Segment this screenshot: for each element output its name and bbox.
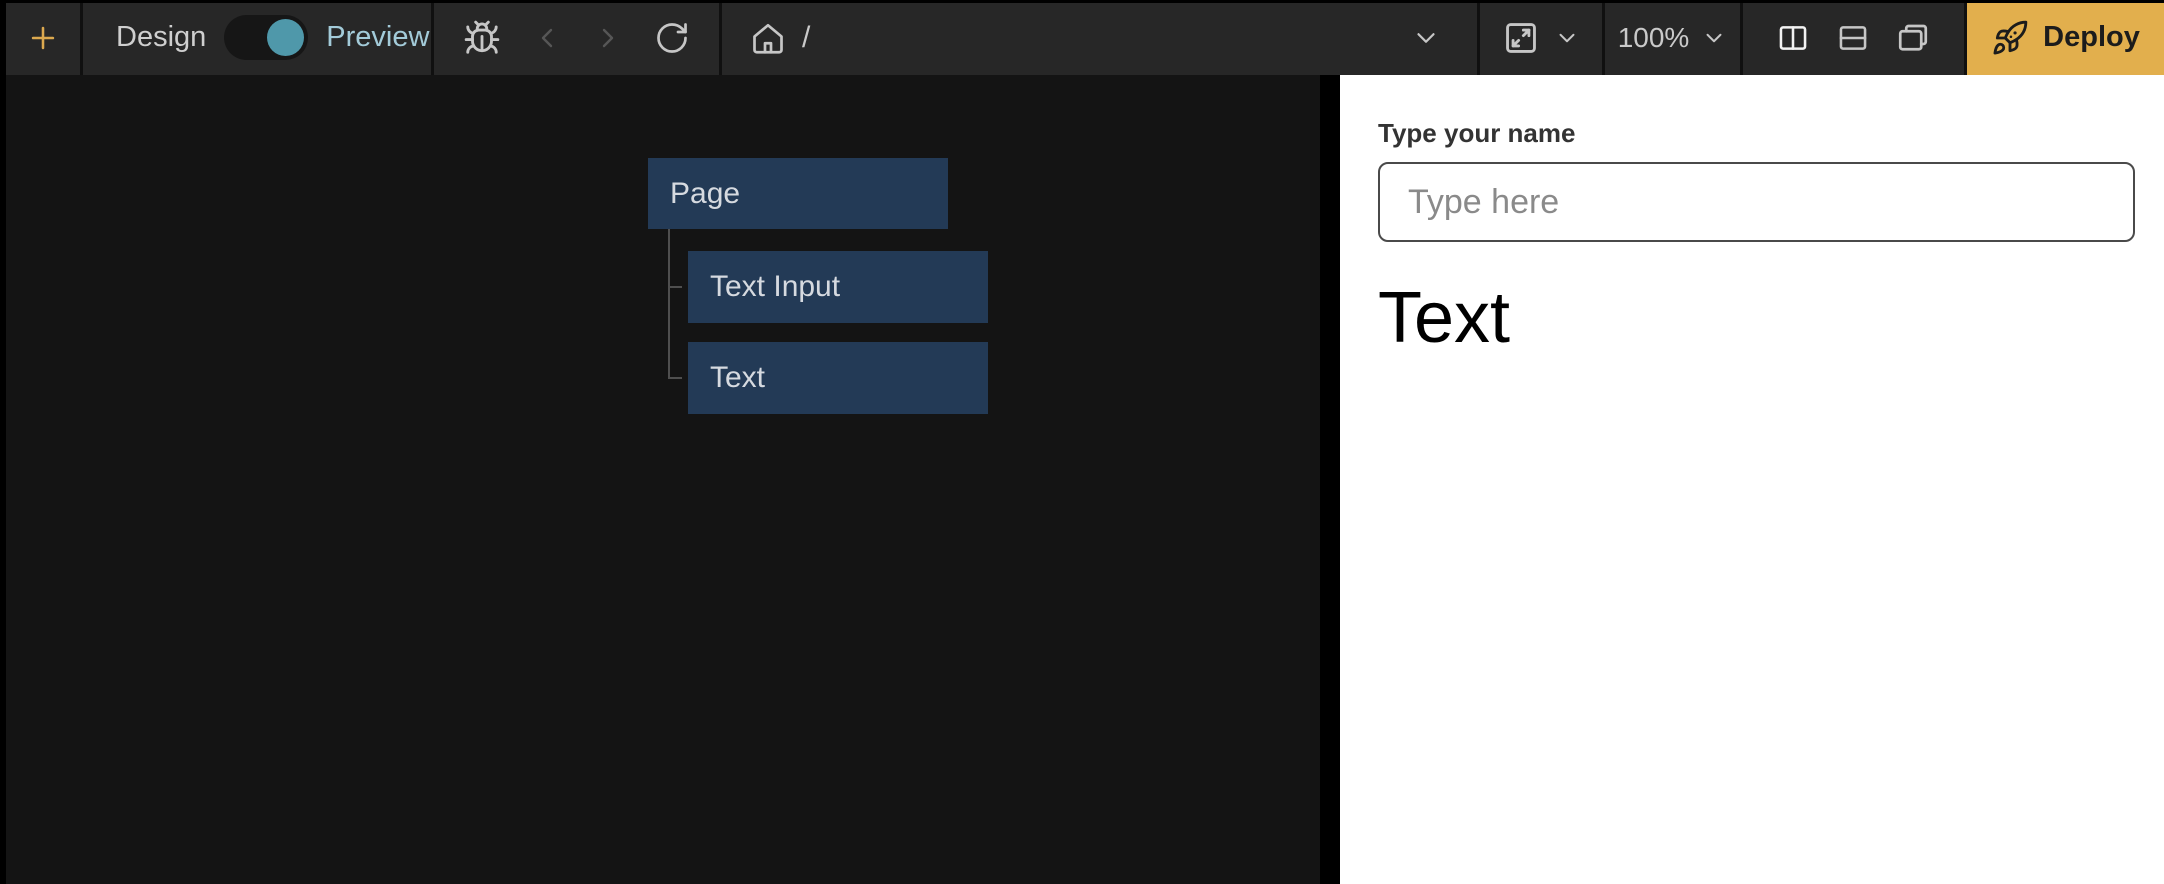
back-button[interactable] — [531, 22, 563, 54]
chevron-down-icon — [1701, 25, 1727, 51]
deploy-button[interactable]: Deploy — [1967, 0, 2164, 75]
debug-button[interactable] — [463, 19, 501, 57]
chevron-down-icon — [1411, 23, 1441, 53]
columns-layout-icon — [1775, 21, 1811, 55]
design-mode-label[interactable]: Design — [116, 21, 206, 54]
home-page-button[interactable] — [750, 19, 786, 57]
home-icon — [750, 19, 786, 57]
toolbar: Design Preview / 100% Deploy — [0, 0, 2164, 75]
stacked-layout-button[interactable] — [1894, 20, 1932, 56]
tree-node-text-input[interactable]: Text Input — [688, 251, 988, 323]
toolbar-group-zoom: 100% — [1605, 0, 1743, 75]
rows-layout-icon — [1835, 21, 1871, 55]
chevron-right-icon — [592, 22, 624, 54]
bug-icon — [463, 19, 501, 57]
deploy-button-label: Deploy — [2043, 21, 2140, 53]
tree-node-page[interactable]: Page — [648, 158, 948, 229]
app-window: Design Preview / 100% Deploy Page Text I… — [0, 0, 2164, 884]
canvas-preview-divider — [1320, 75, 1340, 884]
toolbar-group-mode: Design Preview — [83, 0, 434, 75]
page-path: / — [802, 20, 811, 54]
toolbar-group-layout — [1743, 0, 1967, 75]
tree-node-label: Page — [670, 176, 741, 210]
refresh-icon — [654, 20, 690, 56]
tree-node-text[interactable]: Text — [688, 342, 988, 414]
chevron-left-icon — [531, 22, 563, 54]
chevron-down-icon — [1554, 25, 1580, 51]
zoom-dropdown-button[interactable] — [1701, 25, 1727, 51]
toolbar-group-device — [1480, 0, 1605, 75]
toolbar-group-deploy: Deploy — [1967, 0, 2164, 75]
tree-node-label: Text Input — [710, 270, 841, 303]
stack-layout-icon — [1894, 20, 1932, 56]
plus-icon — [26, 21, 60, 55]
window-left-edge — [0, 0, 6, 884]
toolbar-group-path: / — [722, 0, 1480, 75]
tree-connector-line — [668, 229, 670, 379]
toolbar-group-nav — [434, 0, 722, 75]
input-field-label: Type your name — [1378, 118, 1576, 148]
tree-connector-tick — [668, 286, 682, 288]
split-rows-layout-button[interactable] — [1835, 21, 1871, 55]
screen-size-dropdown-button[interactable] — [1554, 25, 1580, 51]
window-top-edge — [0, 0, 2164, 3]
split-columns-layout-button[interactable] — [1775, 21, 1811, 55]
screen-size-button[interactable] — [1502, 18, 1540, 58]
tree-node-label: Text — [710, 361, 766, 394]
preview-text-element: Text — [1378, 278, 1511, 358]
mode-toggle-switch[interactable] — [224, 15, 309, 60]
add-component-button[interactable] — [26, 21, 60, 55]
preview-panel: Type your name Text — [1340, 75, 2164, 884]
tree-connector-tick — [668, 377, 682, 379]
refresh-button[interactable] — [654, 20, 690, 56]
forward-button[interactable] — [592, 22, 624, 54]
zoom-level-value: 100% — [1617, 21, 1690, 53]
name-text-input[interactable] — [1378, 162, 2135, 242]
page-selector-button[interactable] — [1411, 23, 1441, 53]
device-expand-icon — [1502, 18, 1540, 58]
toolbar-group-add — [6, 0, 83, 75]
preview-mode-label[interactable]: Preview — [326, 21, 429, 54]
toggle-knob — [267, 19, 305, 56]
design-canvas: Page Text Input Text — [0, 75, 1320, 884]
rocket-icon — [1991, 19, 2029, 57]
